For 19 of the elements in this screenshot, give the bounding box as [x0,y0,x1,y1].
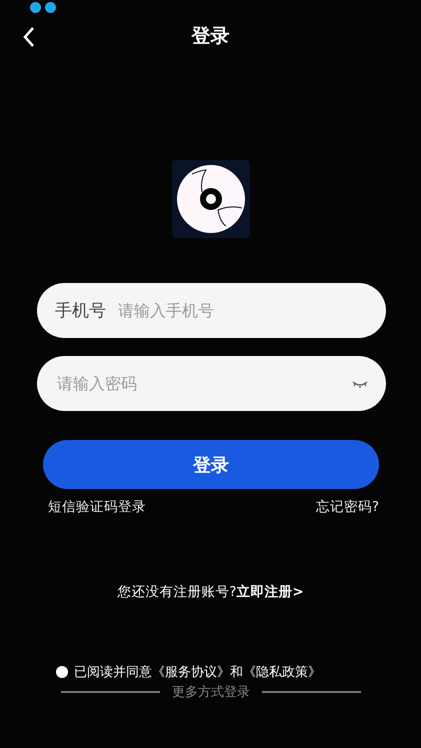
phone-field[interactable]: 手机号 请输入手机号 [37,283,386,338]
phone-input[interactable]: 请输入手机号 [116,300,368,321]
app-logo-icon [172,160,250,238]
more-login-label[interactable]: 更多方式登录 [172,683,250,701]
page-title: 登录 [192,24,230,49]
password-field[interactable]: 请输入密码 [37,356,386,411]
register-prompt: 您还没有注册账号?立即注册> [117,583,304,601]
password-input[interactable]: 请输入密码 [55,373,342,394]
back-icon[interactable] [22,26,36,48]
notification-icon [30,2,41,13]
register-link[interactable]: 立即注册> [236,584,304,600]
eye-closed-icon[interactable] [352,380,368,388]
sms-login-link[interactable]: 短信验证码登录 [48,498,146,516]
login-button[interactable]: 登录 [43,440,379,489]
phone-label: 手机号 [55,300,106,322]
forgot-password-link[interactable]: 忘记密码? [316,498,379,516]
notification-icon [45,2,56,13]
agreement-text: 已阅读并同意《服务协议》和《隐私政策》 [74,664,321,681]
agree-radio[interactable] [56,666,68,678]
